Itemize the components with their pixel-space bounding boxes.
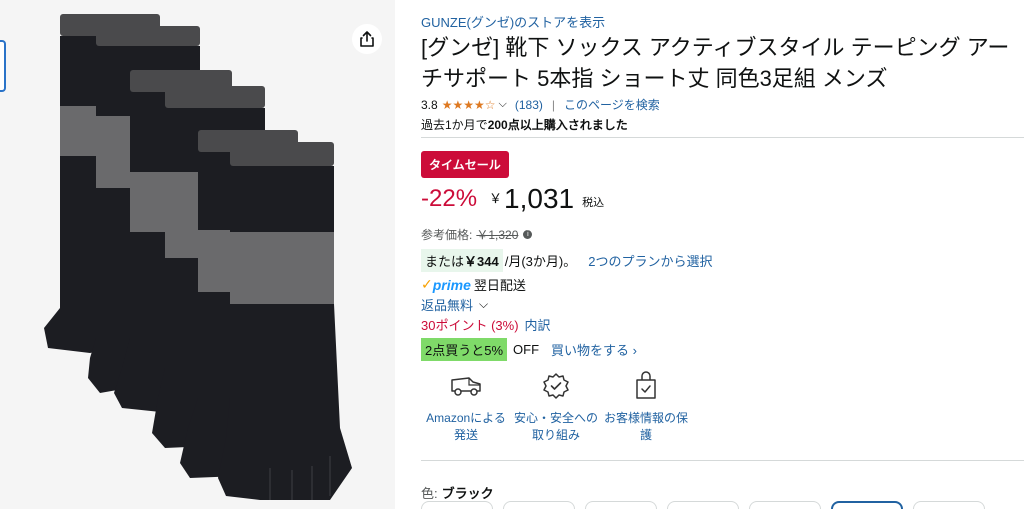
price-amount: 1,031	[504, 183, 575, 214]
review-count-link[interactable]: (183)	[515, 98, 543, 112]
free-returns-dropdown[interactable]: 返品無料 ⌵	[421, 295, 488, 314]
reference-label: 参考価格:	[421, 228, 473, 242]
rating-row: 3.8 ★ ★ ★ ★ ☆ ⌵ (183) | このページを検索	[421, 96, 660, 113]
installment-pill: または￥344	[421, 249, 503, 272]
product-title: [グンゼ] 靴下 ソックス アクティブスタイル テーピング アーチサポート 5本…	[421, 35, 1010, 91]
rating-value: 3.8	[421, 97, 438, 112]
installment-row: または￥344 /月(3か月)。 2つのプランから選択	[421, 249, 712, 272]
price-row: -22% ￥ 1,031 税込	[421, 184, 604, 214]
promo-row: 2点買うと5% OFF 買い物をする ›	[421, 338, 637, 361]
prime-row: ✓ prime 翌日配送	[421, 275, 526, 294]
points-row: 30ポイント (3%) 内訳	[421, 315, 551, 334]
separator: |	[551, 97, 555, 112]
reference-price-row: 参考価格: ￥1,320 i	[421, 226, 533, 243]
chevron-down-icon: ⌵	[479, 297, 489, 311]
share-icon	[360, 31, 374, 47]
feature-label: Amazonによる発送	[426, 411, 506, 442]
color-swatch[interactable]	[913, 501, 985, 509]
points-value: 30ポイント (3%)	[421, 318, 519, 333]
prime-check-icon: ✓	[421, 276, 433, 292]
feature-label: お客様情報の保護	[603, 411, 688, 442]
color-swatch[interactable]	[667, 501, 739, 509]
product-image-panel	[0, 0, 395, 509]
color-swatches	[421, 501, 985, 509]
promo-pill: 2点買うと5%	[421, 338, 508, 361]
star-full-icon: ★	[452, 97, 464, 112]
info-icon[interactable]: i	[523, 230, 533, 239]
color-swatch[interactable]	[421, 501, 493, 509]
color-label: 色:	[421, 486, 438, 501]
points-breakdown-link[interactable]: 内訳	[525, 315, 551, 334]
feature-privacy[interactable]: お客様情報の保護	[601, 368, 691, 444]
star-full-icon: ★	[463, 97, 474, 112]
color-swatch-selected[interactable]	[831, 501, 903, 509]
color-swatch[interactable]	[503, 501, 575, 509]
share-button[interactable]	[352, 24, 382, 54]
feature-amazon-shipping[interactable]: Amazonによる発送	[421, 368, 511, 444]
feature-icons: Amazonによる発送 安心・安全への取り組み お客様情報の保護	[421, 368, 691, 444]
tax-label: 税込	[582, 197, 605, 209]
feature-safety[interactable]: 安心・安全への取り組み	[511, 368, 601, 444]
star-rating[interactable]: ★ ★ ★ ★ ☆	[442, 99, 496, 111]
store-link[interactable]: GUNZE(グンゼ)のストアを表示	[421, 12, 605, 31]
divider	[421, 460, 1024, 461]
secure-bag-icon	[628, 368, 664, 404]
plan-select-link[interactable]: 2つのプランから選択	[588, 251, 712, 270]
bought-count: 200点以上購入されました	[487, 118, 628, 132]
promo-off: OFF	[513, 342, 540, 357]
bought-info: 過去1か月で200点以上購入されました	[421, 116, 628, 133]
discount-percent: -22%	[421, 185, 478, 212]
thumbnail-tab[interactable]	[0, 40, 6, 92]
star-empty-icon: ☆	[484, 97, 496, 112]
delivery-label: 翌日配送	[473, 278, 526, 293]
deal-badge: タイムセール	[421, 151, 509, 178]
color-swatch[interactable]	[749, 501, 821, 509]
chevron-down-icon[interactable]: ⌵	[499, 98, 507, 111]
delivery-truck-icon	[448, 368, 484, 404]
shop-promo-link[interactable]: 買い物をする ›	[551, 340, 637, 359]
divider	[421, 137, 1024, 138]
reference-price: ￥1,320	[476, 228, 519, 242]
currency-symbol: ￥	[489, 191, 503, 206]
color-swatch[interactable]	[585, 501, 657, 509]
prime-logo: prime	[432, 276, 471, 293]
badge-check-icon	[538, 368, 574, 404]
socks-product-image[interactable]	[30, 8, 370, 508]
color-row: 色: ブラック	[421, 483, 494, 502]
installment-suffix: /月(3か月)。	[504, 254, 577, 269]
feature-label: 安心・安全への取り組み	[513, 411, 598, 442]
star-full-icon: ★	[441, 97, 453, 112]
color-value: ブラック	[441, 486, 494, 501]
bought-prefix: 過去1か月で	[421, 118, 488, 132]
star-full-icon: ★	[473, 97, 485, 112]
installment-prefix: または	[425, 254, 465, 269]
search-page-link[interactable]: このページを検索	[564, 96, 660, 113]
returns-label: 返品無料	[421, 298, 474, 313]
installment-amount: ￥344	[464, 254, 499, 269]
